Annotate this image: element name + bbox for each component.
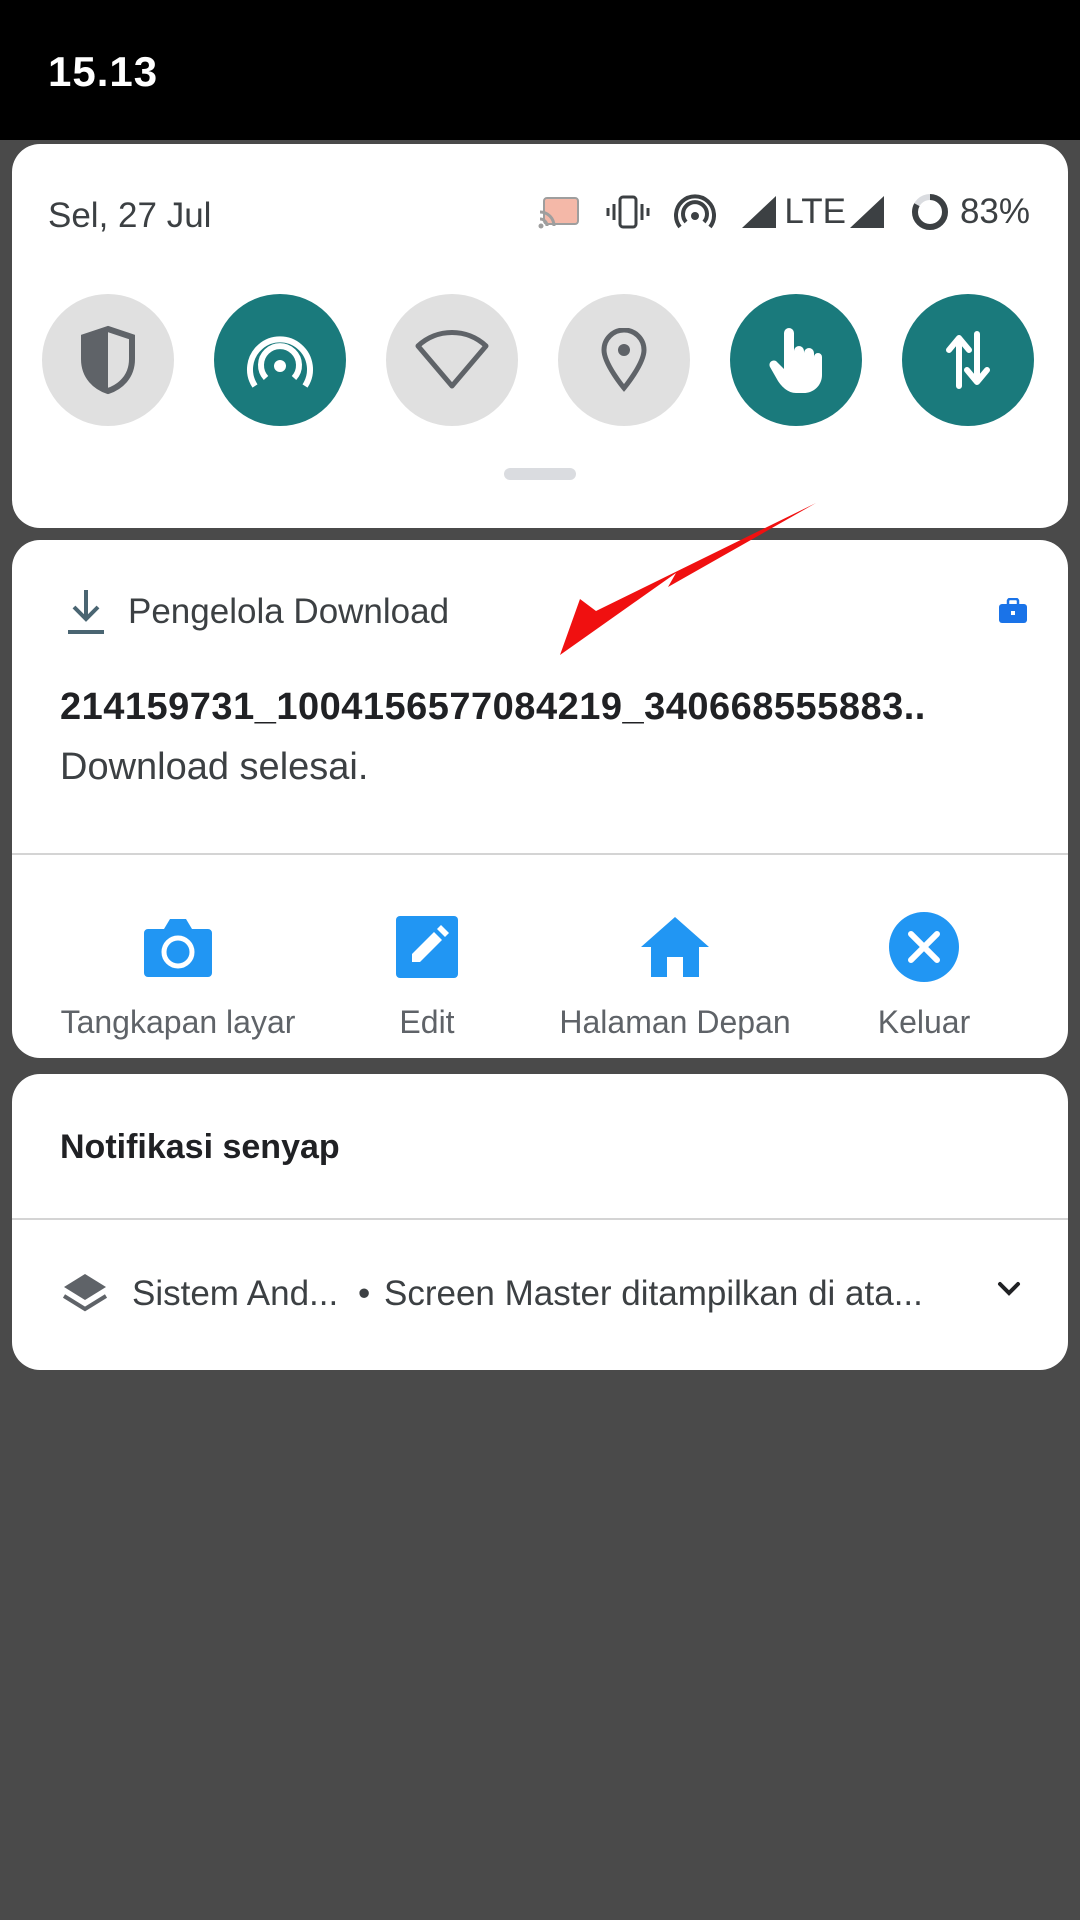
notification-actions: Tangkapan layar Edit Halaman Depan Kelua…: [12, 900, 1068, 1050]
notification-title: 214159731_1004156577084219_340668555883.…: [60, 686, 926, 728]
silent-notifications: Notifikasi senyap Sistem And... • Screen…: [12, 1074, 1068, 1370]
close-icon: [889, 912, 959, 982]
action-edit[interactable]: Edit: [297, 900, 557, 1050]
chevron-down-icon[interactable]: [994, 1274, 1024, 1309]
date-label: Sel, 27 Jul: [48, 196, 212, 235]
hotspot-icon: [247, 336, 313, 388]
tile-mobile-data[interactable]: [902, 294, 1034, 426]
action-label: Halaman Depan: [559, 1004, 791, 1040]
action-exit[interactable]: Keluar: [794, 900, 1054, 1050]
network-type: LTE: [784, 192, 846, 231]
action-label: Tangkapan layar: [60, 1004, 296, 1040]
location-icon: [601, 328, 647, 392]
notification-text: Download selesai.: [60, 746, 369, 788]
shield-icon: [81, 325, 135, 395]
tile-touch[interactable]: [730, 294, 862, 426]
list-item[interactable]: Sistem And... • Screen Master ditampilka…: [12, 1220, 1068, 1370]
action-home[interactable]: Halaman Depan: [545, 900, 805, 1050]
action-label: Keluar: [877, 1004, 971, 1040]
signal-icon: [740, 194, 778, 230]
download-icon: [68, 590, 104, 634]
clock: 15.13: [48, 48, 159, 95]
download-notification[interactable]: Pengelola Download 214159731_10041565770…: [12, 540, 1068, 1058]
hotspot-status-icon: [674, 194, 717, 230]
tile-hotspot[interactable]: [214, 294, 346, 426]
touch-icon: [769, 328, 822, 393]
tile-location[interactable]: [558, 294, 690, 426]
data-arrows-icon: [946, 331, 990, 389]
work-profile-icon: [998, 597, 1028, 629]
layers-icon: [62, 1272, 108, 1321]
expand-handle[interactable]: [504, 468, 576, 480]
signal-icon-2: [848, 194, 886, 230]
status-bar: 15.13: [0, 0, 1080, 140]
tile-wifi[interactable]: [386, 294, 518, 426]
notification-header: Pengelola Download: [66, 582, 449, 642]
wifi-icon: [415, 330, 489, 389]
battery-percent: 83%: [959, 192, 1030, 231]
divider: [12, 853, 1068, 855]
item-app-name: Sistem And...: [132, 1274, 339, 1313]
item-separator: •: [358, 1274, 371, 1313]
vibrate-icon: [606, 194, 650, 230]
camera-icon: [144, 919, 212, 977]
edit-icon: [396, 916, 458, 978]
quick-tiles: [42, 294, 1042, 428]
cast-icon: [538, 194, 582, 230]
item-message: Screen Master ditampilkan di ata...: [384, 1274, 923, 1313]
notification-app-name: Pengelola Download: [128, 592, 450, 631]
action-label: Edit: [399, 1004, 455, 1040]
tile-vpn[interactable]: [42, 294, 174, 426]
section-header: Notifikasi senyap: [60, 1128, 340, 1166]
home-icon: [641, 917, 709, 977]
action-screenshot[interactable]: Tangkapan layar: [48, 900, 308, 1050]
battery-icon: [910, 192, 950, 232]
quick-settings-panel: Sel, 27 Jul LTE 83%: [12, 144, 1068, 528]
status-icons: LTE 83%: [514, 184, 1030, 240]
